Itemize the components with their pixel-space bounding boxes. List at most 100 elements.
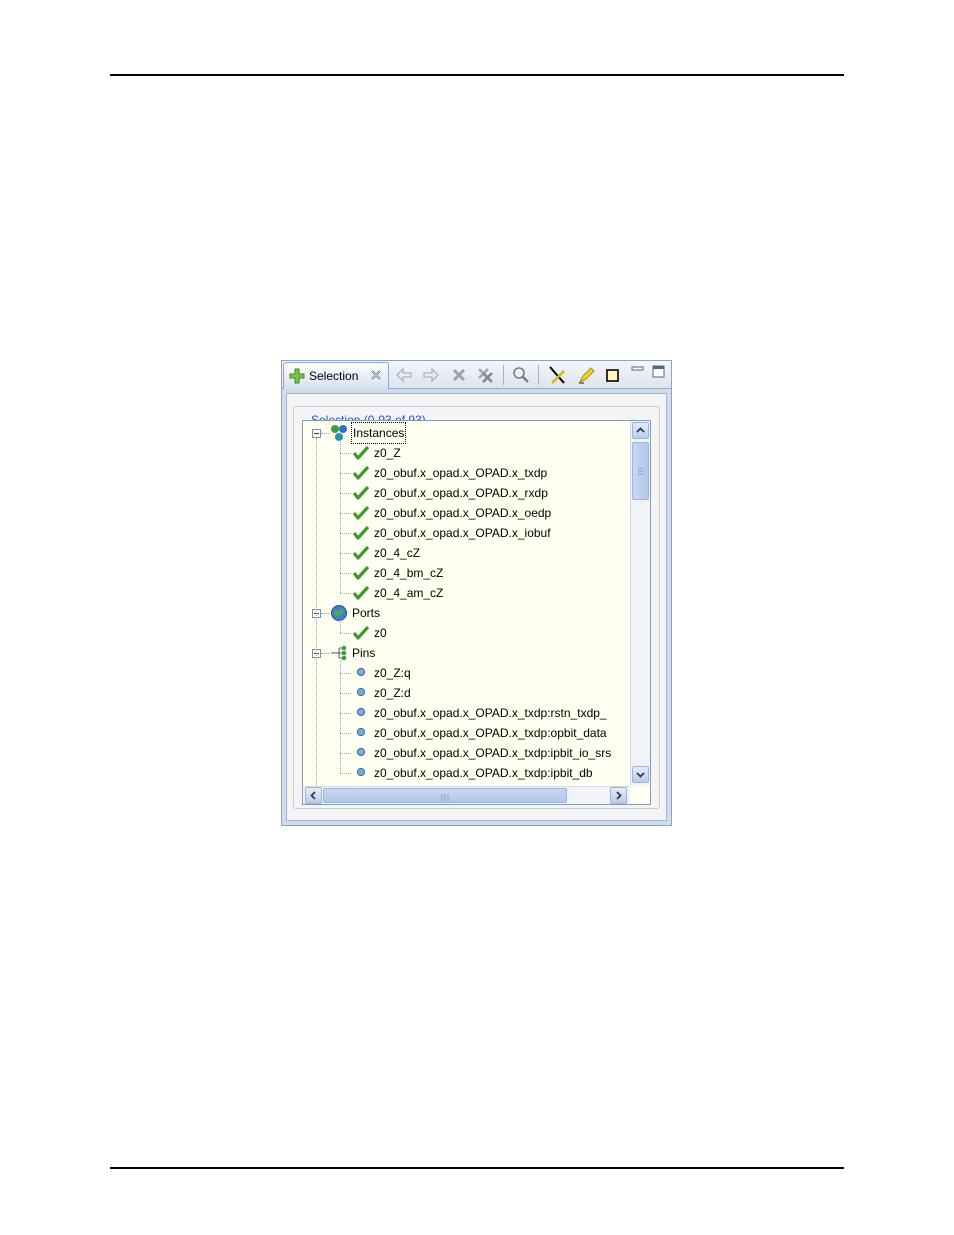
chevron-right-icon bbox=[616, 791, 622, 800]
grip-icon bbox=[638, 467, 643, 475]
tree-connector bbox=[340, 633, 351, 634]
check-icon bbox=[352, 485, 370, 500]
tree-item-label: Instances bbox=[350, 422, 407, 444]
square-icon[interactable] bbox=[604, 366, 622, 384]
tree-connector bbox=[340, 660, 341, 773]
tree-item[interactable]: z0_obuf.x_opad.x_OPAD.x_iobuf bbox=[303, 523, 630, 543]
chevron-up-icon bbox=[636, 427, 645, 433]
pointer-filter-icon[interactable] bbox=[548, 366, 566, 384]
tree-connector bbox=[340, 473, 351, 474]
tree-item-label: z0_obuf.x_opad.x_OPAD.x_txdp:rstn_txdp_ bbox=[374, 706, 607, 720]
tree-item-label: z0_obuf.x_opad.x_OPAD.x_oedp bbox=[374, 506, 552, 520]
tab-selection-label: Selection bbox=[309, 369, 359, 383]
tree-connector bbox=[340, 713, 351, 714]
vertical-scroll-thumb[interactable] bbox=[632, 442, 649, 500]
tree-item[interactable]: z0_obuf.x_opad.x_OPAD.x_txdp:opbit_data bbox=[303, 723, 630, 743]
scroll-down-button[interactable] bbox=[632, 766, 649, 783]
scroll-left-button[interactable] bbox=[305, 787, 322, 804]
tree-item[interactable]: z0_4_am_cZ bbox=[303, 583, 630, 603]
delete-icon[interactable] bbox=[450, 366, 468, 384]
tree-item[interactable]: z0_4_cZ bbox=[303, 543, 630, 563]
tree-connector bbox=[321, 653, 329, 654]
pin-dot-icon bbox=[356, 707, 366, 717]
tree-item-label: Pins bbox=[352, 646, 376, 660]
highlight-icon[interactable] bbox=[577, 366, 595, 384]
pin-dot-icon bbox=[356, 727, 366, 737]
chevron-left-icon bbox=[310, 791, 316, 800]
tree-group-pins[interactable]: Pins bbox=[303, 643, 630, 663]
check-icon bbox=[352, 625, 370, 640]
tree-item-label: z0_4_bm_cZ bbox=[374, 566, 444, 580]
tree-item-label: z0_4_am_cZ bbox=[374, 586, 444, 600]
tree-connector bbox=[340, 593, 351, 594]
horizontal-scrollbar[interactable] bbox=[303, 786, 630, 804]
tree-item[interactable]: z0_obuf.x_opad.x_OPAD.x_txdp:rstn_txdp_ bbox=[303, 703, 630, 723]
tree-connector bbox=[340, 533, 351, 534]
tree-connector bbox=[340, 453, 351, 454]
tab-selection[interactable]: Selection bbox=[283, 362, 389, 389]
maximize-icon[interactable] bbox=[650, 363, 668, 381]
tree-item-label: z0_Z:q bbox=[374, 666, 411, 680]
view-toolbar: Selection bbox=[282, 361, 671, 389]
page-header-rule bbox=[110, 74, 844, 76]
tree-item[interactable]: z0_4_bm_cZ bbox=[303, 563, 630, 583]
selection-view-panel: Selection Instances z0_Z z0_obuf.x_opad.… bbox=[281, 360, 672, 826]
tree-group-ports[interactable]: Ports bbox=[303, 603, 630, 623]
check-icon bbox=[352, 565, 370, 580]
check-icon bbox=[352, 585, 370, 600]
tree-item-label: z0 bbox=[374, 626, 387, 640]
pin-dot-icon bbox=[356, 767, 366, 777]
tree-connector bbox=[340, 673, 351, 674]
back-arrow-icon[interactable] bbox=[395, 366, 413, 384]
tree-connector bbox=[340, 693, 351, 694]
pin-dot-icon bbox=[356, 667, 366, 677]
tree-item-label: z0_obuf.x_opad.x_OPAD.x_txdp bbox=[374, 466, 548, 480]
tree-item[interactable]: z0 bbox=[303, 623, 630, 643]
tree-item-label: z0_Z bbox=[374, 446, 401, 460]
tree-item-label: z0_obuf.x_opad.x_OPAD.x_iobuf bbox=[374, 526, 551, 540]
tree-item-label: z0_obuf.x_opad.x_OPAD.x_rxdp bbox=[374, 486, 548, 500]
tree-connector bbox=[340, 733, 351, 734]
tree-connector bbox=[321, 613, 329, 614]
tree-item[interactable]: z0_Z:q bbox=[303, 663, 630, 683]
tree-item[interactable]: z0_obuf.x_opad.x_OPAD.x_txdp:ipbit_db bbox=[303, 763, 630, 783]
pins-icon bbox=[331, 645, 347, 661]
tree-connector bbox=[316, 438, 317, 786]
tree-connector bbox=[340, 513, 351, 514]
tree-item[interactable]: z0_Z bbox=[303, 443, 630, 463]
tree-item[interactable]: z0_obuf.x_opad.x_OPAD.x_txdp:ipbit_io_sr… bbox=[303, 743, 630, 763]
tree-item-label: z0_obuf.x_opad.x_OPAD.x_txdp:ipbit_db bbox=[374, 766, 593, 780]
delete-all-icon[interactable] bbox=[476, 366, 494, 384]
check-icon bbox=[352, 445, 370, 460]
tree-connector bbox=[340, 753, 351, 754]
grip-icon bbox=[441, 794, 449, 801]
minimize-icon[interactable] bbox=[629, 363, 647, 381]
tree-connector bbox=[340, 440, 341, 593]
tree-item[interactable]: z0_Z:d bbox=[303, 683, 630, 703]
tree-item-label: z0_obuf.x_opad.x_OPAD.x_txdp:ipbit_io_sr… bbox=[374, 746, 612, 760]
scroll-right-button[interactable] bbox=[610, 787, 627, 804]
collapse-toggle[interactable] bbox=[312, 429, 321, 438]
selection-tree[interactable]: Instances z0_Z z0_obuf.x_opad.x_OPAD.x_txd… bbox=[302, 420, 651, 805]
tree-connector bbox=[340, 493, 351, 494]
page-footer-rule bbox=[110, 1167, 844, 1169]
tree-connector bbox=[340, 553, 351, 554]
tree-item-label: z0_4_cZ bbox=[374, 546, 421, 560]
forward-arrow-icon[interactable] bbox=[422, 366, 440, 384]
close-icon[interactable] bbox=[370, 369, 382, 381]
globe-icon bbox=[331, 605, 347, 621]
instances-icon bbox=[331, 425, 347, 441]
tree-item[interactable]: z0_obuf.x_opad.x_OPAD.x_txdp bbox=[303, 463, 630, 483]
pin-dot-icon bbox=[356, 687, 366, 697]
scroll-up-button[interactable] bbox=[632, 422, 649, 439]
tree-group-instances[interactable]: Instances bbox=[303, 422, 630, 444]
tree-connector bbox=[340, 620, 341, 633]
vertical-scrollbar[interactable] bbox=[630, 421, 650, 786]
horizontal-scroll-thumb[interactable] bbox=[323, 788, 567, 803]
tree-connector bbox=[340, 773, 351, 774]
toolbar-separator bbox=[538, 365, 539, 385]
tree-item[interactable]: z0_obuf.x_opad.x_OPAD.x_rxdp bbox=[303, 483, 630, 503]
tree-item-label: z0_obuf.x_opad.x_OPAD.x_txdp:opbit_data bbox=[374, 726, 607, 740]
search-icon[interactable] bbox=[512, 366, 530, 384]
tree-item[interactable]: z0_obuf.x_opad.x_OPAD.x_oedp bbox=[303, 503, 630, 523]
